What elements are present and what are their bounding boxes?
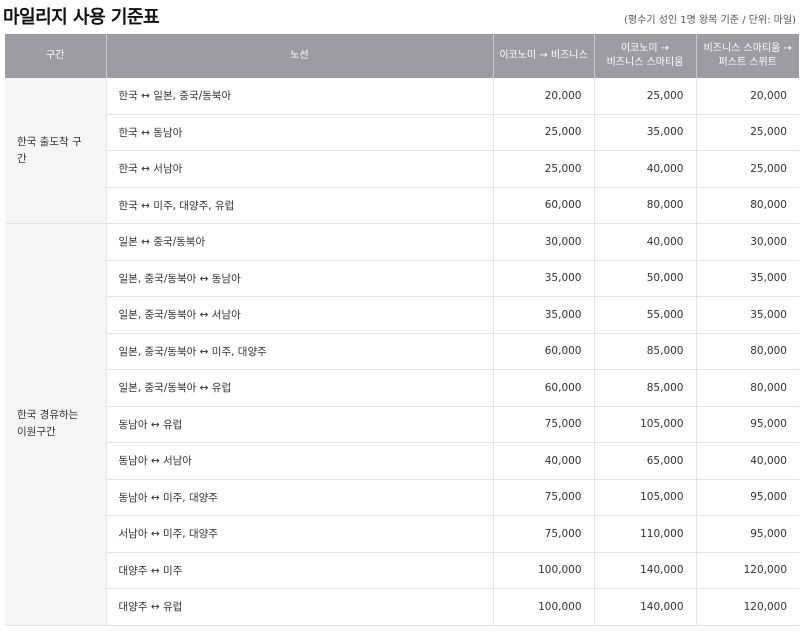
- mileage-value-cell: 75,000: [493, 406, 595, 443]
- mileage-value-cell: 35,000: [696, 260, 799, 297]
- mileage-value-cell: 105,000: [594, 406, 697, 443]
- mileage-value-cell: 35,000: [493, 296, 595, 334]
- mileage-value-cell: 95,000: [696, 406, 799, 443]
- mileage-value-cell: 35,000: [493, 260, 595, 297]
- mileage-value-cell: 60,000: [493, 187, 595, 224]
- route-cell: 일본, 중국/동북아 ↔ 서남아: [106, 296, 494, 334]
- route-cell: 서남아 ↔ 미주, 대양주: [106, 515, 494, 553]
- mileage-value-cell: 30,000: [493, 223, 595, 261]
- mileage-value-cell: 100,000: [493, 552, 595, 589]
- table-row: 일본, 중국/동북아 ↔ 동남아 35,000 50,000 35,000: [5, 260, 799, 297]
- table-row: 일본, 중국/동북아 ↔ 서남아 35,000 55,000 35,000: [5, 296, 799, 334]
- mileage-table: 구간 노선 이코노미 → 비즈니스 이코노미 → 비즈니스 스마티움 비즈니스 스…: [5, 34, 799, 626]
- mileage-value-cell: 80,000: [594, 187, 697, 224]
- col-header-smartium-first: 비즈니스 스마티움 → 퍼스트 스위트: [696, 34, 799, 78]
- mileage-value-cell: 75,000: [493, 479, 595, 516]
- section-label-cell: 한국 경유하는 이원구간: [5, 223, 107, 626]
- mileage-value-cell: 50,000: [594, 260, 697, 297]
- table-row: 한국 출도착 구간 한국 ↔ 일본, 중국/동북아 20,000 25,000 20,0…: [5, 78, 799, 224]
- mileage-value-cell: 80,000: [696, 369, 799, 407]
- mileage-value-cell: 40,000: [493, 442, 595, 480]
- table-row: 한국 경유하는 이원구간 일본 ↔ 중국/동북아 30,000 40,000 30,00…: [5, 223, 799, 626]
- page-title: 마일리지 사용 기준표: [3, 7, 160, 28]
- mileage-value-cell: 30,000: [696, 223, 799, 261]
- table-body: 한국 출도착 구간 한국 ↔ 일본, 중국/동북아 20,000 25,000 20,0…: [5, 78, 799, 626]
- table-row: 서남아 ↔ 미주, 대양주 75,000 110,000 95,000: [5, 515, 799, 553]
- mileage-value-cell: 75,000: [493, 515, 595, 553]
- mileage-value-cell: 120,000: [696, 552, 799, 589]
- header-row: 구간 노선 이코노미 → 비즈니스 이코노미 → 비즈니스 스마티움 비즈니스 스…: [5, 34, 799, 78]
- mileage-value-cell: 20,000: [696, 78, 799, 115]
- mileage-value-cell: 80,000: [696, 333, 799, 370]
- table-row: 한국 ↔ 서남아 25,000 40,000 25,000: [5, 150, 799, 188]
- mileage-value-cell: 55,000: [594, 296, 697, 334]
- section-label-cell: 한국 출도착 구간: [5, 78, 107, 224]
- route-cell: 한국 ↔ 일본, 중국/동북아: [106, 78, 494, 115]
- mileage-value-cell: 85,000: [594, 333, 697, 370]
- route-cell: 일본 ↔ 중국/동북아: [106, 223, 494, 261]
- mileage-value-cell: 85,000: [594, 369, 697, 407]
- mileage-value-cell: 25,000: [594, 78, 697, 115]
- table-row: 한국 ↔ 미주, 대양주, 유럽 60,000 80,000 80,000: [5, 187, 799, 224]
- section-label: 한국 출도착 구간: [17, 135, 82, 165]
- mileage-value-cell: 20,000: [493, 78, 595, 115]
- mileage-value-cell: 60,000: [493, 333, 595, 370]
- route-cell: 동남아 ↔ 서남아: [106, 442, 494, 480]
- col-header-eco-smartium: 이코노미 → 비즈니스 스마티움: [594, 34, 697, 78]
- unit-note: (평수기 성인 1명 왕복 기준 / 단위: 마일): [624, 15, 796, 26]
- mileage-value-cell: 25,000: [696, 150, 799, 188]
- route-cell: 대양주 ↔ 유럽: [106, 588, 494, 626]
- col-header-section: 구간: [5, 34, 107, 78]
- mileage-value-cell: 25,000: [696, 114, 799, 151]
- mileage-value-cell: 140,000: [594, 552, 697, 589]
- table-row: 대양주 ↔ 유럽 100,000 140,000 120,000: [5, 588, 799, 626]
- mileage-value-cell: 120,000: [696, 588, 799, 626]
- mileage-value-cell: 35,000: [594, 114, 697, 151]
- table-row: 동남아 ↔ 서남아 40,000 65,000 40,000: [5, 442, 799, 480]
- mileage-value-cell: 105,000: [594, 479, 697, 516]
- route-cell: 대양주 ↔ 미주: [106, 552, 494, 589]
- table-row: 대양주 ↔ 미주 100,000 140,000 120,000: [5, 552, 799, 589]
- section-label: 한국 경유하는 이원구간: [17, 409, 79, 439]
- mileage-value-cell: 95,000: [696, 479, 799, 516]
- mileage-value-cell: 110,000: [594, 515, 697, 553]
- mileage-value-cell: 95,000: [696, 515, 799, 553]
- table-row: 일본, 중국/동북아 ↔ 유럽 60,000 85,000 80,000: [5, 369, 799, 407]
- table-row: 한국 ↔ 동남아 25,000 35,000 25,000: [5, 114, 799, 151]
- mileage-value-cell: 40,000: [594, 223, 697, 261]
- mileage-value-cell: 25,000: [493, 150, 595, 188]
- mileage-value-cell: 25,000: [493, 114, 595, 151]
- route-cell: 동남아 ↔ 미주, 대양주: [106, 479, 494, 516]
- mileage-value-cell: 65,000: [594, 442, 697, 480]
- route-cell: 한국 ↔ 서남아: [106, 150, 494, 188]
- mileage-value-cell: 60,000: [493, 369, 595, 407]
- table-row: 일본, 중국/동북아 ↔ 미주, 대양주 60,000 85,000 80,000: [5, 333, 799, 370]
- page-header: 마일리지 사용 기준표 (평수기 성인 1명 왕복 기준 / 단위: 마일): [0, 0, 800, 34]
- route-cell: 일본, 중국/동북아 ↔ 미주, 대양주: [106, 333, 494, 370]
- route-cell: 일본, 중국/동북아 ↔ 유럽: [106, 369, 494, 407]
- route-cell: 한국 ↔ 미주, 대양주, 유럽: [106, 187, 494, 224]
- mileage-value-cell: 40,000: [696, 442, 799, 480]
- route-cell: 일본, 중국/동북아 ↔ 동남아: [106, 260, 494, 297]
- mileage-value-cell: 140,000: [594, 588, 697, 626]
- mileage-value-cell: 80,000: [696, 187, 799, 224]
- mileage-value-cell: 35,000: [696, 296, 799, 334]
- table-row: 동남아 ↔ 미주, 대양주 75,000 105,000 95,000: [5, 479, 799, 516]
- mileage-value-cell: 40,000: [594, 150, 697, 188]
- col-header-route: 노선: [106, 34, 494, 78]
- route-cell: 한국 ↔ 동남아: [106, 114, 494, 151]
- table-row: 동남아 ↔ 유럽 75,000 105,000 95,000: [5, 406, 799, 443]
- mileage-value-cell: 100,000: [493, 588, 595, 626]
- route-cell: 동남아 ↔ 유럽: [106, 406, 494, 443]
- table-header: 구간 노선 이코노미 → 비즈니스 이코노미 → 비즈니스 스마티움 비즈니스 스…: [5, 34, 799, 78]
- col-header-eco-business: 이코노미 → 비즈니스: [493, 34, 595, 78]
